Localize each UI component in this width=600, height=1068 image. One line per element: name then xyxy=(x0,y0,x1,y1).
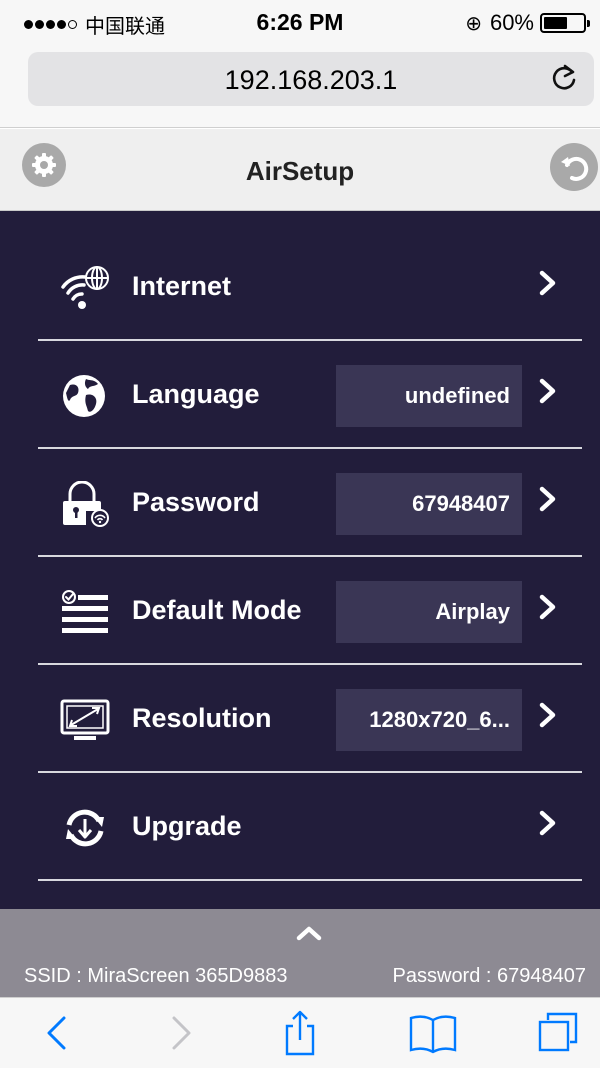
password-value: 67948407 xyxy=(412,491,510,516)
ssid-text: SSID : MiraScreen 365D9883 xyxy=(24,965,288,987)
menu-item-label: Upgrade xyxy=(132,811,242,841)
battery-percent: 60% xyxy=(489,10,534,35)
menu-item-resolution[interactable]: Resolution 1280x720_6... xyxy=(38,665,582,773)
settings-panel: Internet Language undefined Password 679… xyxy=(0,211,600,909)
status-bar: 中国联通 6:26 PM ⊕ 60% xyxy=(0,0,600,46)
list-mode-icon xyxy=(62,590,108,633)
menu-item-label: Resolution xyxy=(132,703,272,733)
app-header: AirSetup xyxy=(0,129,600,211)
resolution-value: 1280x720_6... xyxy=(369,707,510,732)
back-icon xyxy=(561,156,589,181)
status-right: ⊕ 60% xyxy=(465,10,590,36)
monitor-icon xyxy=(60,699,110,740)
share-icon[interactable] xyxy=(278,1010,322,1056)
language-value: undefined xyxy=(404,383,510,408)
menu-item-default-mode[interactable]: Default Mode Airplay xyxy=(38,557,582,665)
back-arrow-icon[interactable] xyxy=(36,1010,80,1056)
menu-item-upgrade[interactable]: Upgrade xyxy=(38,773,582,881)
wifi-globe-icon xyxy=(61,266,109,309)
page-title: AirSetup xyxy=(245,156,355,186)
resolution-value-box[interactable]: 1280x720_6... xyxy=(336,689,522,751)
upgrade-icon xyxy=(66,809,104,847)
chevron-right-icon xyxy=(539,378,556,404)
rotation-lock-icon: ⊕ xyxy=(465,11,482,35)
reload-icon[interactable] xyxy=(550,63,580,93)
address-bar[interactable]: 192.168.203.1 xyxy=(28,52,594,106)
chevron-right-icon xyxy=(539,486,556,512)
chevron-right-icon xyxy=(539,594,556,620)
battery-icon xyxy=(540,13,590,33)
battery-fill xyxy=(544,17,567,29)
menu-item-label: Password xyxy=(132,487,260,517)
chevron-right-icon xyxy=(539,702,556,728)
browser-toolbar xyxy=(0,997,600,1068)
url-text[interactable]: 192.168.203.1 xyxy=(28,65,594,96)
menu-item-label: Internet xyxy=(132,271,232,301)
lock-icon xyxy=(63,481,109,527)
language-value-box[interactable]: undefined xyxy=(336,365,522,427)
menu-list: Internet Language undefined Password 679… xyxy=(38,233,582,881)
chevron-right-icon xyxy=(539,270,556,296)
default-mode-value: Airplay xyxy=(435,599,510,624)
browser-address-area: 192.168.203.1 xyxy=(0,46,600,128)
menu-item-password[interactable]: Password 67948407 xyxy=(38,449,582,557)
bookmarks-icon[interactable] xyxy=(408,1010,458,1056)
menu-item-internet[interactable]: Internet xyxy=(38,233,582,341)
password-value-box[interactable]: 67948407 xyxy=(336,473,522,535)
menu-item-label: Default Mode xyxy=(132,595,302,625)
connection-info-bar: SSID : MiraScreen 365D9883 Password : 67… xyxy=(0,909,600,997)
wifi-password-text: Password : 67948407 xyxy=(392,965,586,987)
back-button[interactable] xyxy=(550,143,598,191)
forward-arrow-icon[interactable] xyxy=(158,1010,202,1056)
chevron-right-icon xyxy=(539,810,556,836)
menu-item-label: Language xyxy=(132,379,260,409)
menu-item-language[interactable]: Language undefined xyxy=(38,341,582,449)
globe-icon xyxy=(63,375,105,417)
tabs-icon[interactable] xyxy=(536,1010,580,1056)
default-mode-value-box[interactable]: Airplay xyxy=(336,581,522,643)
chevron-up-icon[interactable] xyxy=(294,923,324,943)
